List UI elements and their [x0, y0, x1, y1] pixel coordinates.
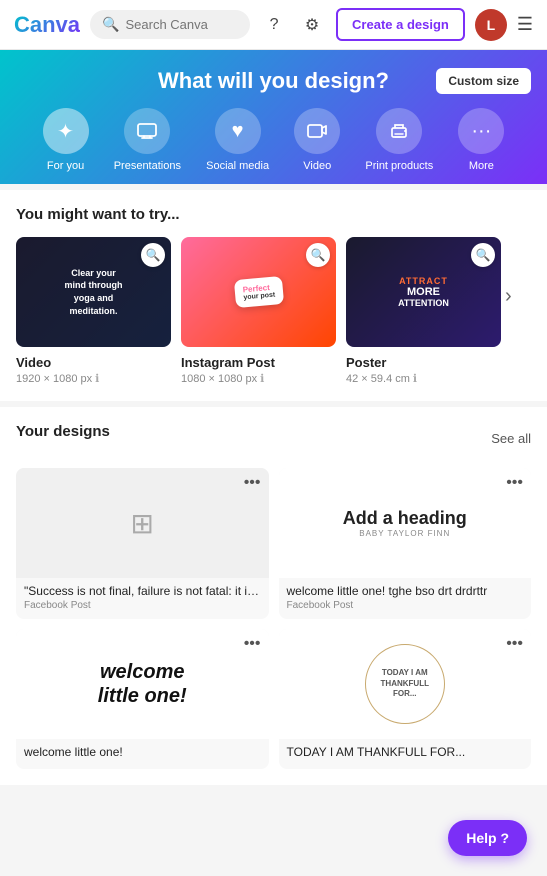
info-icon-video: ℹ — [95, 372, 99, 385]
see-all-link[interactable]: See all — [491, 431, 531, 446]
nav-label-more: More — [469, 160, 494, 172]
design-card-3-label: welcome little one! — [16, 739, 269, 761]
try-section-title: You might want to try... — [16, 206, 531, 223]
design-card-3-thumbnail: welcomelittle one! ••• — [16, 629, 269, 739]
design-card-2-type: Facebook Post — [279, 600, 532, 619]
social-media-icon: ♥ — [215, 108, 261, 154]
try-card-video-thumbnail: Clear yourmind throughyoga andmeditation… — [16, 237, 171, 347]
designs-grid: ⊞ ••• "Success is not final, failure is … — [16, 468, 531, 769]
welcome-text: welcomelittle one! — [98, 660, 187, 708]
design-card-4-label: TODAY I AM THANKFULL FOR... — [279, 739, 532, 761]
header-icons: ? ⚙ Create a design L ☰ — [260, 8, 533, 41]
design-card-1-label: "Success is not final, failure is not fa… — [16, 578, 269, 600]
canva-logo: Canva — [14, 12, 80, 38]
thankful-circle: TODAY I AMTHANKFULLFOR... — [365, 644, 445, 724]
design-card-3[interactable]: welcomelittle one! ••• welcome little on… — [16, 629, 269, 769]
heading-preview: Add a heading BABY TAYLOR FINN — [333, 498, 477, 548]
header: Canva 🔍 ? ⚙ Create a design L ☰ — [0, 0, 547, 50]
design-card-4[interactable]: TODAY I AMTHANKFULLFOR... ••• TODAY I AM… — [279, 629, 532, 769]
quad-icon: ⊞ — [131, 507, 154, 540]
try-section: You might want to try... Clear yourmind … — [0, 190, 547, 401]
nav-item-print-products[interactable]: Print products — [365, 108, 433, 184]
nav-item-more[interactable]: ··· More — [458, 108, 504, 184]
info-icon-poster: ℹ — [413, 372, 417, 385]
nav-label-for-you: For you — [47, 160, 84, 172]
print-products-icon — [376, 108, 422, 154]
try-card-poster[interactable]: ATTRACT MORE ATTENTION 🔍 Poster 42 × 59.… — [346, 237, 501, 385]
search-bar[interactable]: 🔍 — [90, 10, 250, 39]
info-icon-instagram: ℹ — [260, 372, 264, 385]
help-button[interactable]: Help ? — [448, 820, 527, 856]
design-card-4-thumbnail: TODAY I AMTHANKFULLFOR... ••• — [279, 629, 532, 739]
designs-section: Your designs See all ⊞ ••• "Success is n… — [0, 407, 547, 785]
nav-item-video[interactable]: Video — [294, 108, 340, 184]
try-card-poster-sub: 42 × 59.4 cm ℹ — [346, 372, 501, 385]
try-card-poster-thumbnail: ATTRACT MORE ATTENTION 🔍 — [346, 237, 501, 347]
design-card-4-menu[interactable]: ••• — [506, 635, 523, 653]
design-card-2[interactable]: Add a heading BABY TAYLOR FINN ••• welco… — [279, 468, 532, 619]
design-card-2-thumbnail: Add a heading BABY TAYLOR FINN ••• — [279, 468, 532, 578]
hero-banner: What will you design? Custom size ✦ For … — [0, 50, 547, 184]
hamburger-menu-icon[interactable]: ☰ — [517, 14, 533, 35]
custom-size-button[interactable]: Custom size — [436, 68, 531, 94]
settings-icon[interactable]: ⚙ — [298, 11, 326, 39]
designs-header: Your designs See all — [16, 423, 531, 454]
try-card-instagram-sub: 1080 × 1080 px ℹ — [181, 372, 336, 385]
try-card-instagram-label: Instagram Post — [181, 355, 336, 370]
nav-item-for-you[interactable]: ✦ For you — [43, 108, 89, 184]
help-icon[interactable]: ? — [260, 11, 288, 39]
zoom-icon-instagram[interactable]: 🔍 — [306, 243, 330, 267]
heading-big-text: Add a heading — [343, 508, 467, 529]
design-card-1-thumbnail: ⊞ ••• — [16, 468, 269, 578]
design-card-1[interactable]: ⊞ ••• "Success is not final, failure is … — [16, 468, 269, 619]
nav-item-presentations[interactable]: Presentations — [114, 108, 181, 184]
design-card-2-label: welcome little one! tghe bso drt drdrttr — [279, 578, 532, 600]
try-card-video-label: Video — [16, 355, 171, 370]
design-card-4-type — [279, 761, 532, 769]
try-card-poster-label: Poster — [346, 355, 501, 370]
designs-section-title: Your designs — [16, 423, 110, 440]
next-arrow-button[interactable]: › — [501, 285, 516, 308]
try-card-video[interactable]: Clear yourmind throughyoga andmeditation… — [16, 237, 171, 385]
design-card-2-menu[interactable]: ••• — [506, 474, 523, 492]
search-icon: 🔍 — [102, 16, 119, 33]
create-design-button[interactable]: Create a design — [336, 8, 465, 41]
design-card-3-type — [16, 761, 269, 769]
video-icon — [294, 108, 340, 154]
nav-label-video: Video — [303, 160, 331, 172]
try-card-instagram[interactable]: Perfect your post 🔍 Instagram Post 1080 … — [181, 237, 336, 385]
try-cards-list: Clear yourmind throughyoga andmeditation… — [16, 237, 501, 385]
zoom-icon-video[interactable]: 🔍 — [141, 243, 165, 267]
design-card-3-menu[interactable]: ••• — [244, 635, 261, 653]
video-thumbnail-text: Clear yourmind throughyoga andmeditation… — [59, 261, 129, 323]
presentations-icon — [124, 108, 170, 154]
avatar[interactable]: L — [475, 9, 507, 41]
try-card-instagram-thumbnail: Perfect your post 🔍 — [181, 237, 336, 347]
zoom-icon-poster[interactable]: 🔍 — [471, 243, 495, 267]
design-card-1-type: Facebook Post — [16, 600, 269, 619]
nav-item-social-media[interactable]: ♥ Social media — [206, 108, 269, 184]
nav-label-presentations: Presentations — [114, 160, 181, 172]
for-you-icon: ✦ — [43, 108, 89, 154]
nav-label-print-products: Print products — [365, 160, 433, 172]
more-icon: ··· — [458, 108, 504, 154]
search-input[interactable] — [125, 17, 238, 32]
hero-nav: ✦ For you Presentations ♥ Social media V… — [20, 108, 527, 184]
design-card-1-menu[interactable]: ••• — [244, 474, 261, 492]
heading-small-text: BABY TAYLOR FINN — [343, 529, 467, 538]
try-card-video-sub: 1920 × 1080 px ℹ — [16, 372, 171, 385]
nav-label-social-media: Social media — [206, 160, 269, 172]
